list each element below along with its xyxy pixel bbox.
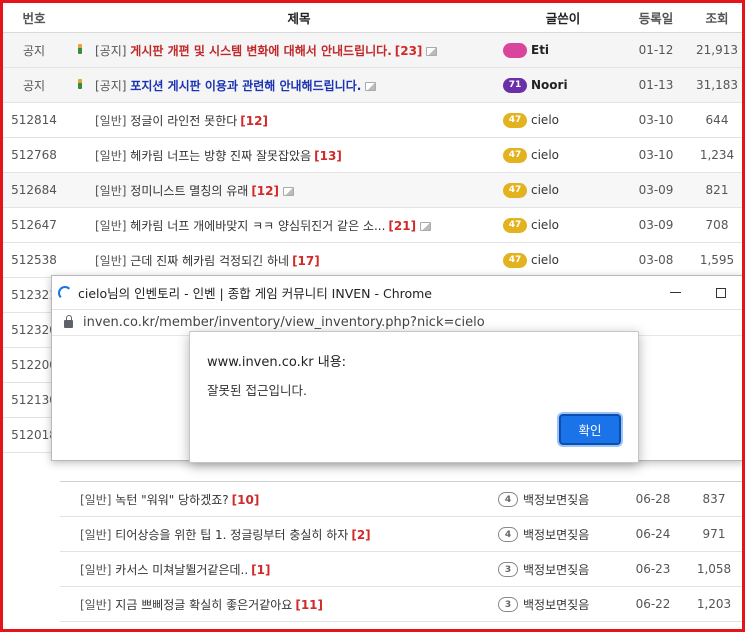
post-title-link[interactable]: 헤카림 너프는 방향 진짜 잘못잡았음 (130, 149, 311, 163)
level-badge-icon: 3 (498, 596, 518, 612)
writer-name[interactable]: Eti (531, 43, 549, 57)
post-title-link[interactable]: 정미니스트 멸칭의 유래 (130, 184, 248, 198)
header-title: 제목 (287, 11, 311, 26)
level-badge-icon: 47 (503, 112, 527, 128)
comment-count[interactable]: [21] (388, 219, 416, 233)
comment-count[interactable]: [12] (240, 114, 268, 128)
post-title-link[interactable]: 녹턴 "워워" 당하겠죠? (115, 493, 228, 507)
writer-name[interactable]: cielo (531, 113, 559, 127)
writer-name[interactable]: cielo (531, 253, 559, 267)
header-date: 등록일 (638, 11, 674, 26)
image-attached-icon (420, 221, 432, 231)
minimize-icon (669, 292, 681, 293)
window-title: cielo님의 인벤토리 - 인벤 | 종합 게임 커뮤니티 INVEN - C… (78, 286, 432, 301)
header-views: 조회 (705, 11, 729, 26)
image-attached-icon (365, 81, 377, 91)
post-title-link[interactable]: 지금 쁘삐정글 확실히 좋은거같아요 (115, 598, 292, 612)
comment-count[interactable]: [11] (295, 598, 323, 612)
dialog-message: 잘못된 접근입니다. (207, 383, 307, 398)
post-title-link[interactable]: 헤카림 너프 개에바맞지 ㅋㅋ 양심뒤진거 같은 소... (130, 219, 385, 233)
loading-spinner-icon (58, 285, 72, 300)
level-badge-icon: 3 (498, 561, 518, 577)
level-badge-icon: 71 (503, 77, 527, 93)
level-badge-icon (503, 42, 527, 58)
list-item[interactable]: [일반] 티어상승을 위한 팁 1. 정글링부터 충실히 하자 [2] 4 백정보… (60, 517, 742, 552)
writer-name[interactable]: cielo (531, 183, 559, 197)
alert-dialog: www.inven.co.kr 내용: 잘못된 접근입니다. 확인 (189, 331, 639, 463)
level-badge-icon: 4 (498, 491, 518, 507)
table-row[interactable]: 512814 [일반] 정글이 라인전 못한다 [12] 47 cielo 03-… (3, 103, 742, 138)
writer-name[interactable]: 백정보면짖음 (523, 561, 589, 578)
table-row-notice[interactable]: 공지 [공지] 게시판 개편 및 시스템 변화에 대해서 안내드립니다. [23]… (3, 33, 742, 68)
header-no: 번호 (22, 11, 46, 26)
maximize-button[interactable] (698, 276, 742, 310)
comment-count[interactable]: [1] (251, 563, 270, 577)
writer-name[interactable]: 백정보면짖음 (523, 526, 589, 543)
comment-count[interactable]: [23] (395, 44, 423, 58)
image-attached-icon (282, 186, 294, 196)
dialog-origin: www.inven.co.kr 내용: (207, 355, 347, 370)
table-row[interactable]: 512684 [일반] 정미니스트 멸칭의 유래 [12] 47 cielo 03… (3, 173, 742, 208)
table-row-notice[interactable]: 공지 [공지] 포지션 게시판 이용과 관련해 안내해드립니다. 71 Noor… (3, 68, 742, 103)
writer-name[interactable]: cielo (531, 148, 559, 162)
list-item[interactable]: [일반] 녹턴 "워워" 당하겠죠? [10] 4 백정보면짖음 06-28 83… (60, 482, 742, 517)
lock-icon (64, 315, 73, 328)
notice-pin-icon (78, 79, 82, 89)
level-badge-icon: 47 (503, 182, 527, 198)
screenshot-frame: 번호 제목 글쓴이 등록일 조회 공지 [공지] 게시판 개편 및 시스템 변화… (0, 0, 745, 632)
maximize-icon (716, 287, 726, 298)
table-row[interactable]: 512768 [일반] 헤카림 너프는 방향 진짜 잘못잡았음 [13] 47 c… (3, 138, 742, 173)
post-title-link[interactable]: 근데 진짜 헤카림 걱정되긴 하네 (130, 254, 289, 268)
window-titlebar[interactable]: cielo님의 인벤토리 - 인벤 | 종합 게임 커뮤니티 INVEN - C… (52, 276, 742, 310)
level-badge-icon: 4 (498, 526, 518, 542)
table-header: 번호 제목 글쓴이 등록일 조회 (3, 3, 742, 33)
image-attached-icon (426, 46, 438, 56)
writer-name[interactable]: 백정보면짖음 (523, 491, 589, 508)
minimize-button[interactable] (652, 276, 698, 310)
notice-pin-icon (78, 44, 82, 54)
writer-name[interactable]: 백정보면짖음 (523, 596, 589, 613)
header-writer: 글쓴이 (545, 11, 581, 26)
list-item[interactable]: [일반] 카서스 미쳐날뛸거같은데.. [1] 3 백정보면짖음 06-23 1,… (60, 552, 742, 587)
table-row[interactable]: 512647 [일반] 헤카림 너프 개에바맞지 ㅋㅋ 양심뒤진거 같은 소..… (3, 208, 742, 243)
comment-count[interactable]: [10] (232, 493, 260, 507)
level-badge-icon: 47 (503, 252, 527, 268)
comment-count[interactable]: [13] (314, 149, 342, 163)
lower-post-list: [일반] 녹턴 "워워" 당하겠죠? [10] 4 백정보면짖음 06-28 83… (60, 481, 742, 622)
level-badge-icon: 47 (503, 147, 527, 163)
post-title-link[interactable]: 포지션 게시판 이용과 관련해 안내해드립니다. (130, 79, 361, 93)
list-item[interactable]: [일반] 지금 쁘삐정글 확실히 좋은거같아요 [11] 3 백정보면짖음 06-… (60, 587, 742, 622)
writer-name[interactable]: cielo (531, 218, 559, 232)
comment-count[interactable]: [12] (251, 184, 279, 198)
post-title-link[interactable]: 정글이 라인전 못한다 (130, 114, 237, 128)
address-url[interactable]: inven.co.kr/member/inventory/view_invent… (83, 315, 485, 330)
post-title-link[interactable]: 게시판 개편 및 시스템 변화에 대해서 안내드립니다. (130, 44, 391, 58)
comment-count[interactable]: [2] (351, 528, 370, 542)
comment-count[interactable]: [17] (292, 254, 320, 268)
ok-button[interactable]: 확인 (559, 414, 621, 445)
post-title-link[interactable]: 카서스 미쳐날뛸거같은데.. (115, 563, 248, 577)
post-title-link[interactable]: 티어상승을 위한 팁 1. 정글링부터 충실히 하자 (115, 528, 348, 542)
writer-name[interactable]: Noori (531, 78, 568, 92)
level-badge-icon: 47 (503, 217, 527, 233)
table-row[interactable]: 512538 [일반] 근데 진짜 헤카림 걱정되긴 하네 [17] 47 cie… (3, 243, 742, 278)
